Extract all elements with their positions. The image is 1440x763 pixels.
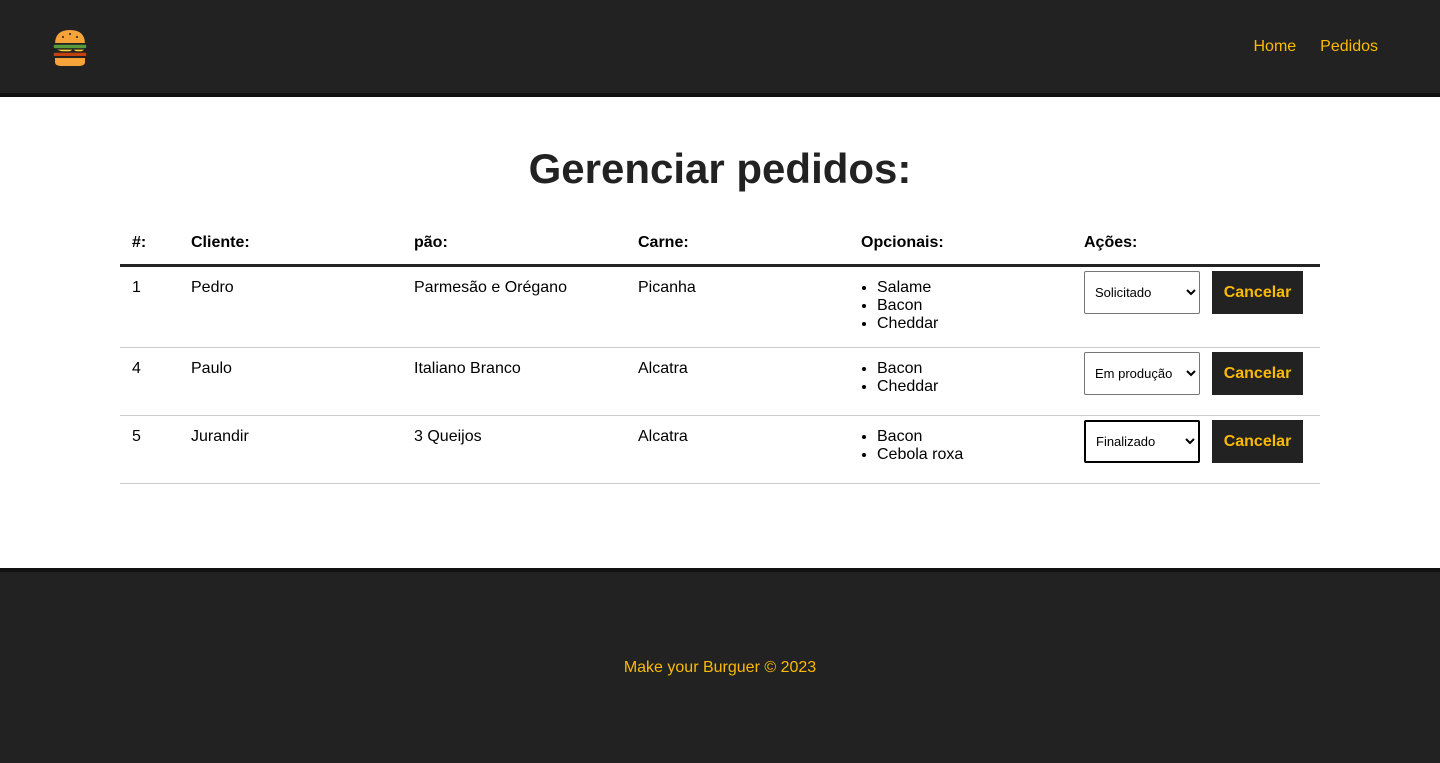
list-item: Salame (877, 279, 1072, 297)
main-content: Gerenciar pedidos: #: Cliente: pão: Carn… (0, 97, 1440, 568)
header-opcionais: Opcionais: (861, 234, 944, 251)
order-pao: Parmesão e Orégano (414, 279, 567, 296)
nav-links: Home Pedidos (1253, 38, 1378, 56)
order-actions: Em produção Cancelar (1072, 352, 1320, 415)
order-id: 5 (132, 428, 141, 445)
order-pao: 3 Queijos (414, 428, 482, 445)
nav-link-home[interactable]: Home (1253, 38, 1296, 56)
status-select[interactable]: Finalizado (1084, 420, 1200, 463)
opcionais-list: Bacon Cebola roxa (857, 428, 1072, 464)
cancel-button[interactable]: Cancelar (1212, 271, 1303, 314)
list-item: Cheddar (877, 315, 1072, 333)
opcionais-list: Bacon Cheddar (857, 360, 1072, 396)
table-row: 5 Jurandir 3 Queijos Alcatra Bacon Cebol… (120, 416, 1320, 484)
order-id: 1 (132, 279, 141, 296)
order-id: 4 (132, 360, 141, 377)
footer: Make your Burguer © 2023 (0, 568, 1440, 763)
table-row: 1 Pedro Parmesão e Orégano Picanha Salam… (120, 267, 1320, 348)
status-select[interactable]: Em produção (1084, 352, 1200, 395)
header-pao: pão: (414, 234, 448, 251)
order-carne: Alcatra (638, 428, 688, 445)
order-cliente: Jurandir (191, 428, 249, 445)
header-id: #: (132, 234, 147, 251)
opcionais-list: Salame Bacon Cheddar (857, 279, 1072, 333)
list-item: Cebola roxa (877, 446, 1072, 464)
page-title: Gerenciar pedidos: (528, 145, 912, 192)
navbar: Home Pedidos (0, 0, 1440, 97)
orders-table-header: #: Cliente: pão: Carne: Opcionais: Ações… (120, 234, 1320, 267)
list-item: Cheddar (877, 378, 1072, 396)
order-carne: Picanha (638, 279, 696, 296)
order-cliente: Paulo (191, 360, 232, 377)
list-item: Bacon (877, 360, 1072, 378)
status-select[interactable]: Solicitado (1084, 271, 1200, 314)
cancel-button[interactable]: Cancelar (1212, 420, 1303, 463)
orders-table: #: Cliente: pão: Carne: Opcionais: Ações… (120, 234, 1320, 484)
order-actions: Solicitado Cancelar (1072, 271, 1320, 347)
header-acoes: Ações: (1084, 234, 1138, 251)
order-cliente: Pedro (191, 279, 234, 296)
list-item: Bacon (877, 428, 1072, 446)
order-carne: Alcatra (638, 360, 688, 377)
cancel-button[interactable]: Cancelar (1212, 352, 1303, 395)
header-carne: Carne: (638, 234, 689, 251)
order-pao: Italiano Branco (414, 360, 521, 377)
list-item: Bacon (877, 297, 1072, 315)
order-opcionais: Salame Bacon Cheddar (849, 279, 1072, 347)
burger-logo-icon (52, 27, 88, 68)
header-cliente: Cliente: (191, 234, 250, 251)
order-opcionais: Bacon Cebola roxa (849, 428, 1072, 483)
footer-copyright: Make your Burguer © 2023 (623, 658, 817, 676)
nav-link-pedidos[interactable]: Pedidos (1320, 38, 1378, 56)
order-opcionais: Bacon Cheddar (849, 360, 1072, 415)
home-logo-link[interactable] (51, 25, 89, 69)
order-actions: Finalizado Cancelar (1072, 420, 1320, 483)
table-row: 4 Paulo Italiano Branco Alcatra Bacon Ch… (120, 348, 1320, 416)
